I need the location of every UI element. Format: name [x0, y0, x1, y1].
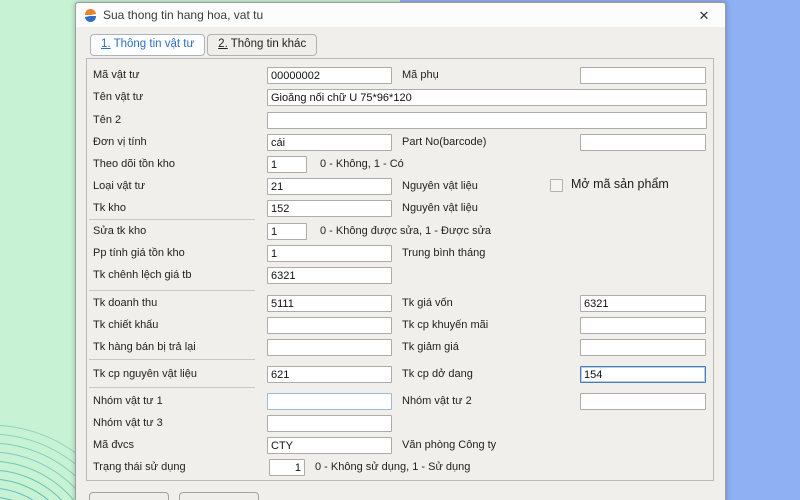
checkbox-mo-ma-san-pham[interactable] [550, 179, 563, 192]
input-tk-doanh-thu[interactable] [267, 295, 392, 312]
label-ten-2: Tên 2 [93, 112, 121, 129]
label-tk-cp-nvl: Tk cp nguyên vật liệu [93, 366, 197, 383]
label-nhom-vat-tu-1: Nhóm vật tư 1 [93, 393, 163, 410]
bottom-button-cancel[interactable] [179, 492, 259, 500]
hint-tk-kho: Nguyên vật liệu [402, 200, 478, 217]
label-nhom-vat-tu-3: Nhóm vật tư 3 [93, 415, 163, 432]
separator [89, 387, 255, 388]
tab-number: 1. [101, 38, 111, 50]
tab-thong-tin-khac[interactable]: 2. Thông tin khác [207, 34, 317, 56]
label-tk-gia-von: Tk giá vốn [402, 295, 453, 312]
label-pp-tinh-gia: Pp tính giá tồn kho [93, 245, 185, 262]
input-ma-vat-tu[interactable] [267, 67, 392, 84]
input-trang-thai[interactable] [269, 459, 305, 476]
hint-theo-doi-ton-kho: 0 - Không, 1 - Có [320, 156, 404, 173]
input-nhom-vat-tu-3[interactable] [267, 415, 392, 432]
input-theo-doi-ton-kho[interactable] [267, 156, 307, 173]
input-loai-vat-tu[interactable] [267, 178, 392, 195]
label-trang-thai: Trạng thái sử dụng [93, 459, 186, 476]
label-tk-cp-khuyen-mai: Tk cp khuyến mãi [402, 317, 488, 334]
label-tk-kho: Tk kho [93, 200, 126, 217]
input-tk-kho[interactable] [267, 200, 392, 217]
input-pp-tinh-gia[interactable] [267, 245, 392, 262]
input-tk-chiet-khau[interactable] [267, 317, 392, 334]
app-logo-icon [84, 9, 97, 22]
label-ma-phu: Mã phụ [402, 67, 439, 84]
label-sua-tk-kho: Sửa tk kho [93, 223, 146, 240]
label-part-no: Part No(barcode) [402, 134, 486, 151]
separator [89, 219, 255, 220]
label-nhom-vat-tu-2: Nhóm vật tư 2 [402, 393, 472, 410]
tab-number: 2. [218, 38, 228, 50]
label-tk-doanh-thu: Tk doanh thu [93, 295, 157, 312]
input-ma-phu[interactable] [580, 67, 706, 84]
input-tk-chenh-lech[interactable] [267, 267, 392, 284]
hint-loai-vat-tu: Nguyên vật liệu [402, 178, 478, 195]
hint-pp-tinh-gia: Trung bình tháng [402, 245, 485, 262]
input-tk-hang-ban[interactable] [267, 339, 392, 356]
close-icon[interactable]: ✕ [695, 7, 713, 25]
label-ten-vat-tu: Tên vật tư [93, 89, 143, 106]
input-ten-vat-tu[interactable] [267, 89, 707, 106]
dialog-titlebar: Sua thong tin hang hoa, vat tu ✕ [76, 3, 725, 27]
edit-material-dialog: Sua thong tin hang hoa, vat tu ✕ 1. Thôn… [75, 2, 726, 500]
hint-sua-tk-kho: 0 - Không được sửa, 1 - Được sửa [320, 223, 491, 240]
label-tk-giam-gia: Tk giảm giá [402, 339, 459, 356]
tab-bar: 1. Thông tin vật tư 2. Thông tin khác [90, 34, 317, 56]
label-ma-vat-tu: Mã vật tư [93, 67, 140, 84]
label-mo-ma-san-pham: Mở mã sản phẩm [571, 177, 669, 191]
label-tk-hang-ban: Tk hàng bán bị trả lại [93, 339, 196, 356]
input-part-no[interactable] [580, 134, 706, 151]
tab-label: Thông tin khác [231, 38, 306, 50]
material-info-panel: Mã vật tư Mã phụ Tên vật tư Tên 2 Đơn vị… [86, 58, 714, 481]
separator [89, 359, 255, 360]
label-tk-chenh-lech: Tk chênh lệch giá tb [93, 267, 191, 284]
bottom-button-accept[interactable] [89, 492, 169, 500]
label-tk-chiet-khau: Tk chiết khấu [93, 317, 158, 334]
dialog-title: Sua thong tin hang hoa, vat tu [103, 8, 263, 22]
label-loai-vat-tu: Loại vật tư [93, 178, 145, 195]
input-nhom-vat-tu-2[interactable] [580, 393, 706, 410]
input-tk-cp-do-dang[interactable] [580, 366, 706, 383]
input-don-vi-tinh[interactable] [267, 134, 392, 151]
input-tk-gia-von[interactable] [580, 295, 706, 312]
tab-label: Thông tin vật tư [114, 38, 195, 50]
input-ma-dvcs[interactable] [267, 437, 392, 454]
input-tk-cp-nvl[interactable] [267, 366, 392, 383]
hint-trang-thai: 0 - Không sử dụng, 1 - Sử dụng [315, 459, 470, 476]
input-nhom-vat-tu-1[interactable] [267, 393, 392, 410]
separator [89, 290, 255, 291]
tab-thong-tin-vat-tu[interactable]: 1. Thông tin vật tư [90, 34, 205, 56]
input-ten-2[interactable] [267, 112, 707, 129]
label-theo-doi-ton-kho: Theo dõi tồn kho [93, 156, 175, 173]
label-ma-dvcs: Mã đvcs [93, 437, 134, 454]
input-sua-tk-kho[interactable] [267, 223, 307, 240]
input-tk-cp-khuyen-mai[interactable] [580, 317, 706, 334]
input-tk-giam-gia[interactable] [580, 339, 706, 356]
label-don-vi-tinh: Đơn vị tính [93, 134, 147, 151]
hint-ma-dvcs: Văn phòng Công ty [402, 437, 496, 454]
label-tk-cp-do-dang: Tk cp dở dang [402, 366, 473, 383]
